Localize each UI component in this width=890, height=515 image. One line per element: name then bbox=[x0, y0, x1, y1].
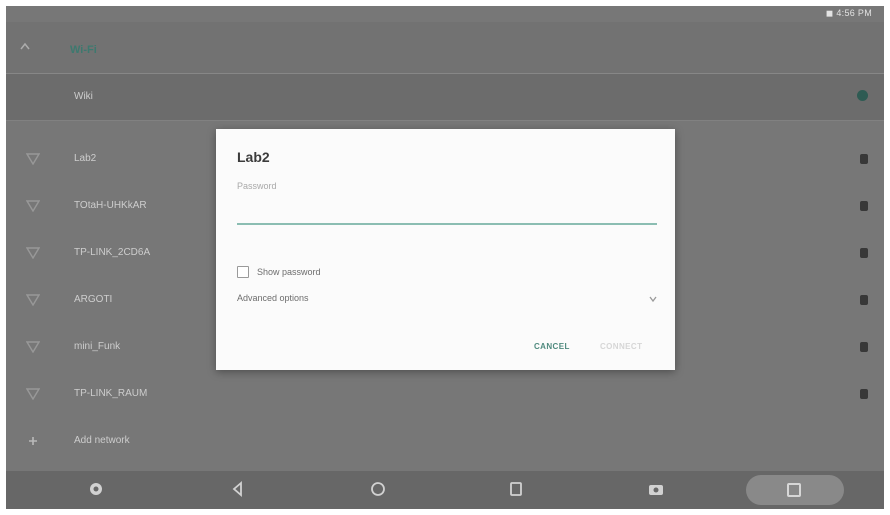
chevron-down-icon[interactable] bbox=[649, 295, 657, 303]
cancel-button[interactable]: CANCEL bbox=[534, 342, 570, 351]
password-label: Password bbox=[237, 181, 277, 191]
advanced-options-label: Advanced options bbox=[237, 293, 309, 303]
show-password-label: Show password bbox=[257, 267, 321, 277]
screen: ◼ 4:56 PM Wi-Fi Wiki Lab2 TOtaH-UHKkAR T… bbox=[6, 6, 884, 509]
connect-button[interactable]: CONNECT bbox=[600, 342, 642, 351]
advanced-options-row[interactable]: Advanced options bbox=[237, 293, 657, 307]
wifi-password-dialog: Lab2 Password Show password Advanced opt… bbox=[216, 129, 675, 370]
dialog-title: Lab2 bbox=[237, 149, 270, 165]
show-password-checkbox[interactable] bbox=[237, 266, 249, 278]
show-password-row[interactable]: Show password bbox=[237, 265, 321, 279]
password-input[interactable] bbox=[237, 197, 657, 225]
